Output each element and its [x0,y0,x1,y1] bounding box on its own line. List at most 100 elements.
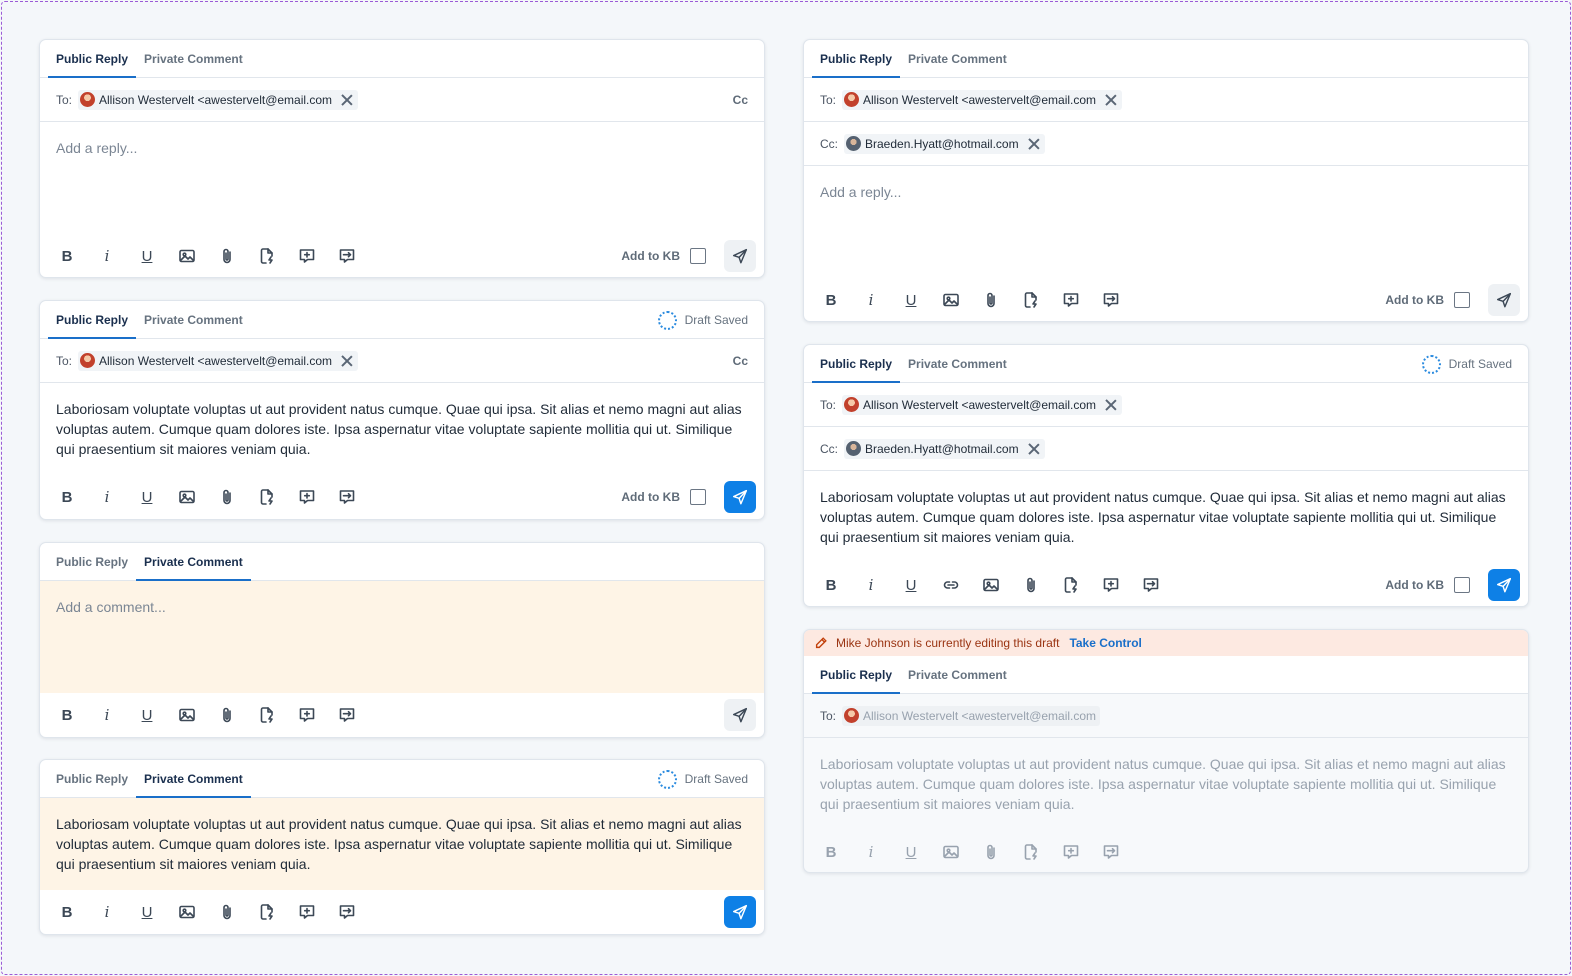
send-button[interactable] [724,896,756,928]
recipient-chip[interactable]: Allison Westervelt <awestervelt@email.co… [78,89,359,110]
forward-message-icon[interactable] [331,481,363,513]
comment-input[interactable]: Add a comment... [40,581,764,693]
macro-file-icon[interactable] [1055,569,1087,601]
italic-button[interactable]: i [91,240,123,272]
tab-private-comment[interactable]: Private Comment [900,656,1015,693]
macro-file-icon[interactable] [251,896,283,928]
add-to-kb-checkbox[interactable] [690,489,706,505]
tab-private-comment[interactable]: Private Comment [136,301,251,338]
formatting-toolbar: B i U [804,830,1528,872]
attachment-icon[interactable] [211,896,243,928]
tab-private-comment[interactable]: Private Comment [900,345,1015,382]
tab-private-comment[interactable]: Private Comment [136,40,251,77]
bold-button[interactable]: B [51,240,83,272]
underline-button[interactable]: U [131,481,163,513]
recipient-chip[interactable]: Allison Westervelt <awestervelt@email.co… [78,350,359,371]
take-control-link[interactable]: Take Control [1069,636,1141,650]
macro-file-icon[interactable] [251,699,283,731]
italic-button[interactable]: i [855,284,887,316]
send-button[interactable] [724,699,756,731]
attachment-icon[interactable] [211,240,243,272]
forward-message-icon[interactable] [331,240,363,272]
image-icon[interactable] [171,481,203,513]
tab-private-comment[interactable]: Private Comment [136,543,251,581]
remove-recipient-icon[interactable] [340,93,354,107]
saving-spinner-icon [657,310,677,330]
comment-input[interactable]: Laboriosam voluptate voluptas ut aut pro… [40,798,764,890]
tab-public-reply[interactable]: Public Reply [48,543,136,580]
tab-private-comment[interactable]: Private Comment [900,40,1015,77]
tab-public-reply[interactable]: Public Reply [812,345,901,383]
reply-input[interactable]: Laboriosam voluptate voluptas ut aut pro… [40,383,764,475]
italic-button[interactable]: i [91,481,123,513]
avatar [80,92,96,107]
reply-input[interactable]: Add a reply... [804,166,1528,278]
underline-button[interactable]: U [895,284,927,316]
forward-message-icon[interactable] [1095,284,1127,316]
send-button[interactable] [724,240,756,272]
attachment-icon[interactable] [211,699,243,731]
bold-button[interactable]: B [51,481,83,513]
image-icon[interactable] [975,569,1007,601]
cc-recipient-chip[interactable]: Braeden.Hyatt@hotmail.com [844,438,1045,459]
image-icon[interactable] [171,240,203,272]
tab-public-reply[interactable]: Public Reply [812,656,901,694]
italic-button[interactable]: i [855,569,887,601]
underline-button[interactable]: U [131,896,163,928]
forward-message-icon[interactable] [1135,569,1167,601]
forward-message-icon[interactable] [331,699,363,731]
add-to-kb-checkbox[interactable] [690,248,706,264]
add-comment-icon[interactable] [291,240,323,272]
cc-button[interactable]: Cc [733,93,748,107]
image-icon[interactable] [935,284,967,316]
add-to-kb-checkbox[interactable] [1454,292,1470,308]
recipient-chip[interactable]: Allison Westervelt <awestervelt@email.co… [842,89,1123,110]
attachment-icon[interactable] [975,284,1007,316]
cc-button[interactable]: Cc [733,354,748,368]
reply-input[interactable]: Laboriosam voluptate voluptas ut aut pro… [804,471,1528,563]
recipient-chip[interactable]: Allison Westervelt <awestervelt@email.co… [842,394,1123,415]
image-icon[interactable] [171,699,203,731]
attachment-icon[interactable] [211,481,243,513]
remove-cc-icon[interactable] [1027,442,1041,456]
add-comment-icon[interactable] [291,896,323,928]
send-button[interactable] [1488,284,1520,316]
macro-file-icon[interactable] [1015,284,1047,316]
image-icon[interactable] [171,896,203,928]
remove-cc-icon[interactable] [1027,137,1041,151]
reply-editor-cc-draft: Public Reply Private Comment Draft Saved… [803,344,1529,607]
reply-input[interactable]: Add a reply... [40,122,764,234]
remove-recipient-icon[interactable] [1104,398,1118,412]
tab-bar: Public Reply Private Comment [804,656,1528,694]
bold-button[interactable]: B [51,896,83,928]
link-icon[interactable] [935,569,967,601]
macro-file-icon[interactable] [251,240,283,272]
underline-button[interactable]: U [131,699,163,731]
add-comment-icon[interactable] [1055,284,1087,316]
remove-recipient-icon[interactable] [340,354,354,368]
tab-public-reply[interactable]: Public Reply [48,760,136,797]
italic-button[interactable]: i [91,896,123,928]
add-comment-icon[interactable] [1095,569,1127,601]
bold-button[interactable]: B [51,699,83,731]
tab-public-reply[interactable]: Public Reply [48,40,137,78]
tab-private-comment[interactable]: Private Comment [136,760,251,798]
bold-button[interactable]: B [815,284,847,316]
tab-public-reply[interactable]: Public Reply [48,301,137,339]
bold-button[interactable]: B [815,569,847,601]
reply-editor-draft: Public Reply Private Comment Draft Saved… [39,300,765,520]
tab-public-reply[interactable]: Public Reply [812,40,901,78]
underline-button[interactable]: U [895,569,927,601]
forward-message-icon[interactable] [331,896,363,928]
attachment-icon[interactable] [1015,569,1047,601]
remove-recipient-icon[interactable] [1104,93,1118,107]
italic-button[interactable]: i [91,699,123,731]
add-to-kb-checkbox[interactable] [1454,577,1470,593]
send-button[interactable] [1488,569,1520,601]
send-button[interactable] [724,481,756,513]
add-comment-icon[interactable] [291,481,323,513]
add-comment-icon[interactable] [291,699,323,731]
macro-file-icon[interactable] [251,481,283,513]
underline-button[interactable]: U [131,240,163,272]
cc-recipient-chip[interactable]: Braeden.Hyatt@hotmail.com [844,133,1045,154]
